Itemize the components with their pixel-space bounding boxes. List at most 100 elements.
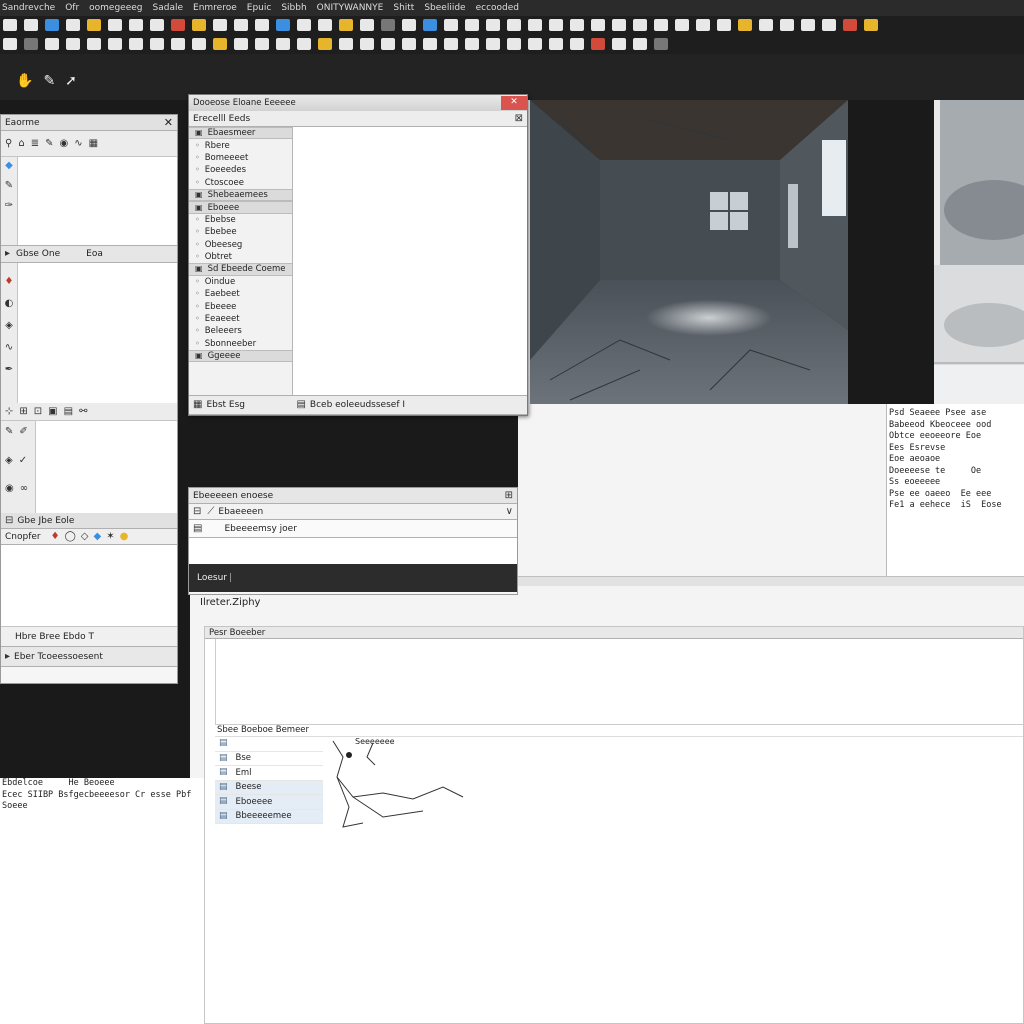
dialog-category-item[interactable]: ◦ Beleeers (189, 325, 292, 337)
toolbar-tool-icon[interactable] (192, 19, 206, 31)
tool-d-icon[interactable]: ✓ (19, 455, 27, 479)
toolbar-tool-icon[interactable] (801, 19, 815, 31)
menu-item[interactable]: ONITYWANNYE (317, 3, 384, 13)
list-item[interactable]: ▤ Bse (215, 752, 323, 766)
toolbar-tool-icon[interactable] (717, 19, 731, 31)
dialog-category-item[interactable]: ◦ Rbere (189, 139, 292, 151)
toolbar-tool-icon[interactable] (654, 19, 668, 31)
shape-icon[interactable]: ◐ (5, 299, 14, 309)
toolbar-tool-icon[interactable] (276, 38, 290, 50)
list-item[interactable]: ▤ Beese (215, 780, 323, 795)
toolbar-tool-icon[interactable] (633, 38, 647, 50)
curve-icon[interactable]: ∿ (5, 343, 13, 353)
toolbar-tool-icon[interactable] (171, 38, 185, 50)
feather-icon[interactable]: ✑ (5, 201, 13, 211)
toolbar-tool-icon[interactable] (423, 19, 437, 31)
toolbar-tool-icon[interactable] (591, 19, 605, 31)
toolbar-tool-icon[interactable] (213, 38, 227, 50)
transform-icon[interactable]: ⊞ (19, 406, 27, 417)
dialog-category-item[interactable]: ▣ Shebeaemees (189, 188, 292, 202)
toolbar-tool-icon[interactable] (3, 19, 17, 31)
toolbar-tool-icon[interactable] (45, 38, 59, 50)
wave-icon[interactable]: ∿ (74, 138, 82, 149)
tool-e-icon[interactable]: ◉ (5, 484, 14, 507)
link-icon[interactable]: ⚯ (79, 406, 87, 417)
arrow-tool-icon[interactable]: ➚ (65, 74, 77, 88)
toolbar-tool-icon[interactable] (507, 19, 521, 31)
tool-f-icon[interactable]: ∞ (20, 484, 28, 507)
toolbar-tool-icon[interactable] (822, 19, 836, 31)
toolbar-tool-icon[interactable] (150, 38, 164, 50)
close-icon[interactable]: ✕ (164, 116, 173, 129)
menu-item[interactable]: Sadale (153, 3, 184, 13)
tool-c-icon[interactable]: ◈ (5, 455, 13, 479)
image-icon[interactable]: ▤ (64, 406, 73, 417)
list-item[interactable]: ▤ Eml (215, 766, 323, 781)
menu-item[interactable]: Epuic (247, 3, 272, 13)
lock-icon[interactable]: ⊡ (34, 406, 42, 417)
toolbar-tool-icon[interactable] (87, 38, 101, 50)
toolbar-tool-icon[interactable] (486, 38, 500, 50)
eye-icon[interactable]: ◉ (59, 138, 68, 149)
dialog-close-button[interactable]: ✕ (501, 96, 527, 110)
toolbar-tool-icon[interactable] (423, 38, 437, 50)
toolbar-tool-icon[interactable] (108, 19, 122, 31)
list-item[interactable]: ▤ Bbeeeeemee (215, 809, 323, 824)
toolbar-tool-icon[interactable] (738, 19, 752, 31)
grid-icon[interactable]: ▦ (89, 138, 98, 149)
layer-item-2[interactable]: Ebeeeemsy joer (224, 524, 296, 534)
fire-icon[interactable]: ♦ (51, 531, 60, 542)
toolbar-tool-icon[interactable] (549, 38, 563, 50)
toolbar-tool-icon[interactable] (528, 19, 542, 31)
select-icon[interactable]: ⊹ (5, 406, 13, 417)
toolbar-tool-icon[interactable] (255, 38, 269, 50)
dialog-category-item[interactable]: ◦ Obtret (189, 251, 292, 263)
toolbar-tool-icon[interactable] (465, 19, 479, 31)
menu-item[interactable]: Sibbh (281, 3, 306, 13)
diamond-icon[interactable]: ◇ (81, 531, 89, 542)
toolbar-tool-icon[interactable] (66, 38, 80, 50)
toolbar-tool-icon[interactable] (339, 19, 353, 31)
dialog-category-item[interactable]: ◦ Bomeeeet (189, 152, 292, 164)
dialog-category-item[interactable]: ◦ Sbonneeber (189, 338, 292, 350)
toolbar-tool-icon[interactable] (297, 19, 311, 31)
hand-tool-icon[interactable]: ✋ (16, 74, 33, 88)
bulb-icon[interactable]: ● (120, 531, 129, 542)
dialog-category-item[interactable]: ◦ Ebebse (189, 214, 292, 226)
toolbar-tool-icon[interactable] (402, 38, 416, 50)
layers-icon[interactable]: ≣ (31, 138, 39, 149)
toolbar-tool-icon[interactable] (528, 38, 542, 50)
toolbar-tool-icon[interactable] (255, 19, 269, 31)
toolbar-tool-icon[interactable] (675, 19, 689, 31)
toolbar-tool-icon[interactable] (24, 19, 38, 31)
dialog-category-item[interactable]: ◦ Ebeeee (189, 300, 292, 312)
toolbar-tool-icon[interactable] (381, 19, 395, 31)
dialog-category-item[interactable]: ▣ Ebaesmeer (189, 127, 292, 140)
frame-icon[interactable]: ▣ (48, 406, 57, 417)
horizontal-scrollbar[interactable] (518, 576, 1024, 586)
toolbar-tool-icon[interactable] (759, 19, 773, 31)
quill-icon[interactable]: ✒ (5, 365, 13, 375)
toolbar-tool-icon[interactable] (696, 19, 710, 31)
tool-b-icon[interactable]: ✐ (19, 427, 27, 450)
dialog-category-item[interactable]: ◦ Eoeeedes (189, 164, 292, 176)
toolbar-tool-icon[interactable] (87, 19, 101, 31)
list-item[interactable]: ▤ Eboeeee (215, 795, 323, 810)
toolbar-tool-icon[interactable] (843, 19, 857, 31)
dialog-category-item[interactable]: ◦ Eeaeeet (189, 313, 292, 325)
brush-list[interactable] (17, 263, 177, 403)
expand-icon[interactable]: ▸ (5, 249, 10, 259)
toolbar-tool-icon[interactable] (108, 38, 122, 50)
viewport-render[interactable] (530, 100, 848, 404)
home-icon[interactable]: ⌂ (18, 138, 24, 149)
dialog-category-item[interactable]: ▣ Sd Ebeede Coeme (189, 263, 292, 276)
list-item[interactable]: ▤ (215, 737, 323, 752)
toolbar-tool-icon[interactable] (129, 38, 143, 50)
toolbar-tool-icon[interactable] (360, 38, 374, 50)
toolbar-tool-icon[interactable] (66, 19, 80, 31)
toolbar-tool-icon[interactable] (654, 38, 668, 50)
toolbar-tool-icon[interactable] (339, 38, 353, 50)
dialog-category-item[interactable]: ◦ Eaebeet (189, 288, 292, 300)
flame-icon[interactable]: ♦ (5, 277, 14, 287)
layer-dropdown-icon[interactable]: ∨ (506, 506, 513, 517)
